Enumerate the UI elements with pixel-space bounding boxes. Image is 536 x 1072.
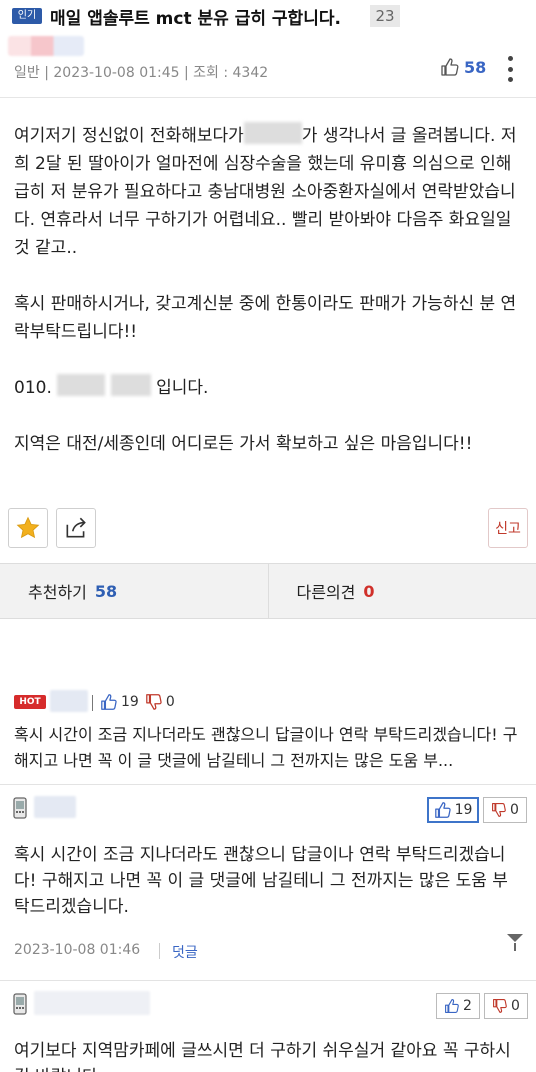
post-meta: 일반 | 2023-10-08 01:45 | 조회 : 4342 <box>14 65 269 81</box>
recommend-button[interactable]: 추천하기 58 <box>0 564 269 618</box>
comment-count-badge[interactable]: 23 <box>370 5 400 27</box>
oppose-count: 0 <box>363 581 375 601</box>
redacted-phone-part <box>110 374 151 396</box>
best-comment-up-count: 19 <box>121 694 139 710</box>
comment-up-count: 2 <box>463 998 472 1014</box>
thumbs-down-icon <box>493 999 507 1013</box>
divider <box>159 943 160 959</box>
post-paragraph-2: 혹시 판매하시거나, 갖고계신분 중에 한통이라도 판매가 가능하신 분 연락부… <box>14 294 517 342</box>
phone-prefix: 010. <box>14 378 52 398</box>
best-comment-votes: 19 0 <box>100 693 175 711</box>
thumbs-up-icon <box>434 802 451 818</box>
star-icon <box>16 516 40 539</box>
more-menu-icon[interactable] <box>504 56 516 82</box>
redacted-text <box>243 122 302 144</box>
commenter-nickname-redacted[interactable] <box>34 796 76 818</box>
thumbs-up-icon <box>441 58 459 76</box>
comment-menu-icon[interactable] <box>505 932 525 954</box>
comment-text: 혹시 시간이 조금 지나더라도 괜찮으니 답글이나 연락 부탁드리겠습니다! 구… <box>14 845 508 917</box>
comment-downvote-button[interactable]: 0 <box>483 797 527 823</box>
post-paragraph-3: 010. 입니다. <box>14 374 522 402</box>
share-button[interactable] <box>56 508 96 548</box>
hot-badge: HOT <box>14 695 46 709</box>
thumbs-up-icon <box>101 694 117 710</box>
thumbs-down-icon <box>145 694 162 710</box>
divider <box>0 784 536 785</box>
post-paragraph-4: 지역은 대전/세종인데 어디로든 가서 확보하고 싶은 마음입니다!! <box>14 434 473 454</box>
reply-link[interactable]: 덧글 <box>172 942 198 962</box>
comment-text: 여기보다 지역맘카페에 글쓰시면 더 구하기 쉬우실거 같아요 꼭 구하시길 바… <box>14 1041 511 1072</box>
post-paragraph-1: 여기저기 정신없이 전화해보다가 가 생각나서 글 올려봅니다. 저희 2달 된 … <box>14 122 522 262</box>
best-comment-down-count: 0 <box>165 694 175 710</box>
post-header: 인기 매일 앱솔루트 mct 분유 급히 구합니다. 23 일반 | 2023-… <box>0 0 536 98</box>
mobile-phone-icon <box>13 797 27 819</box>
post-text: 여기저기 정신없이 전화해보다가 <box>14 126 244 146</box>
commenter-nickname-redacted[interactable] <box>34 991 150 1015</box>
scrap-button[interactable] <box>8 508 48 548</box>
oppose-button[interactable]: 다른의견 0 <box>269 564 536 618</box>
vote-bar: 추천하기 58 다른의견 0 <box>0 563 536 619</box>
comment-date: 2023-10-08 01:46 <box>14 942 141 958</box>
post-title: 매일 앱솔루트 mct 분유 급히 구합니다. <box>50 9 341 29</box>
report-button[interactable]: 신고 <box>488 508 528 548</box>
thumbs-down-icon <box>492 803 506 817</box>
like-count-number: 58 <box>464 57 487 77</box>
divider <box>92 695 93 711</box>
share-icon <box>66 517 86 538</box>
commenter-nickname-redacted[interactable] <box>50 690 88 712</box>
mobile-phone-icon <box>13 993 27 1015</box>
comment-up-count: 19 <box>454 802 473 818</box>
post-like-count[interactable]: 58 <box>440 57 486 77</box>
best-comment-text[interactable]: 혹시 시간이 조금 지나더라도 괜찮으니 답글이나 연락 부탁드리겠습니다! 구… <box>14 722 522 774</box>
oppose-label: 다른의견 <box>296 583 356 602</box>
author-nickname-redacted[interactable] <box>8 36 84 56</box>
post-body: 여기저기 정신없이 전화해보다가 가 생각나서 글 올려봅니다. 저희 2달 된 … <box>14 122 522 486</box>
comment-downvote-button[interactable]: 0 <box>484 993 528 1019</box>
recommend-label: 추천하기 <box>28 583 87 602</box>
popular-badge: 인기 <box>12 8 42 24</box>
post-text: 입니다. <box>156 378 209 398</box>
comment-down-count: 0 <box>510 802 519 818</box>
recommend-count: 58 <box>94 581 118 601</box>
comment-down-count: 0 <box>511 998 520 1014</box>
redacted-phone-part <box>57 374 106 396</box>
thumbs-up-icon <box>445 999 459 1013</box>
comment-upvote-button[interactable]: 2 <box>436 993 480 1019</box>
divider <box>0 980 536 981</box>
comment-upvote-button[interactable]: 19 <box>427 797 479 823</box>
